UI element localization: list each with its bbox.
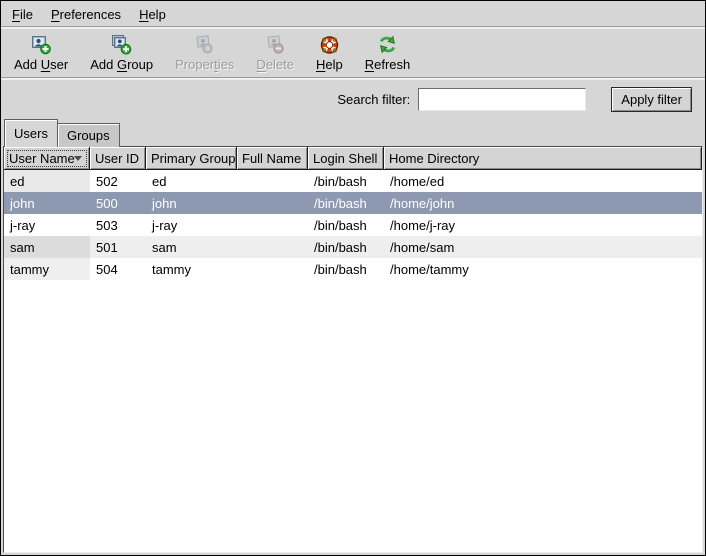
cell: /home/j-ray (384, 214, 702, 236)
search-filter-row: Search filter: Apply filter (1, 80, 705, 119)
cell: tammy (146, 258, 237, 280)
cell: j-ray (4, 214, 90, 236)
cell: 504 (90, 258, 146, 280)
cell: /home/sam (384, 236, 702, 258)
column-header-full-name[interactable]: Full Name (237, 147, 308, 170)
sort-arrow-icon (74, 156, 82, 161)
cell: john (146, 192, 237, 214)
column-header-login-shell[interactable]: Login Shell (308, 147, 384, 170)
add-user-icon (30, 33, 53, 56)
cell: /home/john (384, 192, 702, 214)
search-filter-label: Search filter: (337, 92, 410, 107)
toolbar-refresh-button[interactable]: Refresh (358, 32, 418, 73)
users-table-frame: User NameUser IDPrimary GroupFull NameLo… (3, 146, 703, 553)
cell: sam (4, 236, 90, 258)
cell: /home/tammy (384, 258, 702, 280)
cell: ed (4, 170, 90, 192)
menu-item-file[interactable]: File (3, 3, 42, 28)
tab-groups[interactable]: Groups (58, 123, 120, 147)
add-group-icon (110, 33, 133, 56)
cell (237, 258, 308, 280)
table-row[interactable]: j-ray503j-ray/bin/bash/home/j-ray (4, 214, 702, 236)
refresh-icon (376, 33, 399, 56)
tab-bar: UsersGroups (1, 119, 705, 147)
table-row[interactable]: sam501sam/bin/bash/home/sam (4, 236, 702, 258)
menu-item-help[interactable]: Help (130, 3, 175, 28)
cell: /home/ed (384, 170, 702, 192)
toolbar-delete-button: Delete (249, 32, 301, 73)
help-icon (318, 33, 341, 56)
properties-icon (193, 33, 216, 56)
cell: 501 (90, 236, 146, 258)
cell: 502 (90, 170, 146, 192)
column-header-home-directory[interactable]: Home Directory (384, 147, 702, 170)
toolbar: Add User Add Group Properties Delete Hel… (1, 29, 705, 80)
cell: /bin/bash (308, 236, 384, 258)
cell: /bin/bash (308, 192, 384, 214)
table-row[interactable]: tammy504tammy/bin/bash/home/tammy (4, 258, 702, 280)
toolbar-help-button[interactable]: Help (309, 32, 350, 73)
toolbar-add-user-button[interactable]: Add User (7, 32, 75, 73)
table-row[interactable]: ed502ed/bin/bash/home/ed (4, 170, 702, 192)
table-header-row: User NameUser IDPrimary GroupFull NameLo… (4, 147, 702, 170)
tab-users[interactable]: Users (4, 119, 58, 147)
apply-filter-button[interactable]: Apply filter (611, 87, 692, 112)
toolbar-properties-label: Properties (175, 57, 234, 72)
cell: tammy (4, 258, 90, 280)
cell: 503 (90, 214, 146, 236)
cell: j-ray (146, 214, 237, 236)
cell: 500 (90, 192, 146, 214)
column-header-user-id[interactable]: User ID (90, 147, 146, 170)
cell: sam (146, 236, 237, 258)
delete-icon (264, 33, 287, 56)
toolbar-add-group-button[interactable]: Add Group (83, 32, 160, 73)
cell (237, 192, 308, 214)
menubar: FilePreferencesHelp (1, 1, 705, 29)
table-body: ed502ed/bin/bash/home/edjohn500john/bin/… (4, 170, 702, 280)
cell: john (4, 192, 90, 214)
cell (237, 236, 308, 258)
cell: /bin/bash (308, 214, 384, 236)
toolbar-add-group-label: Add Group (90, 57, 153, 72)
cell (237, 170, 308, 192)
toolbar-refresh-label: Refresh (365, 57, 411, 72)
toolbar-properties-button: Properties (168, 32, 241, 73)
toolbar-delete-label: Delete (256, 57, 294, 72)
toolbar-help-label: Help (316, 57, 343, 72)
cell: ed (146, 170, 237, 192)
cell (237, 214, 308, 236)
search-filter-input[interactable] (418, 88, 586, 111)
user-manager-window: FilePreferencesHelp Add User Add Group P… (0, 0, 706, 556)
toolbar-add-user-label: Add User (14, 57, 68, 72)
users-table: User NameUser IDPrimary GroupFull NameLo… (4, 147, 702, 280)
menu-item-preferences[interactable]: Preferences (42, 3, 130, 28)
cell: /bin/bash (308, 258, 384, 280)
column-header-user-name[interactable]: User Name (4, 147, 90, 170)
cell: /bin/bash (308, 170, 384, 192)
table-row[interactable]: john500john/bin/bash/home/john (4, 192, 702, 214)
column-header-primary-group[interactable]: Primary Group (146, 147, 237, 170)
